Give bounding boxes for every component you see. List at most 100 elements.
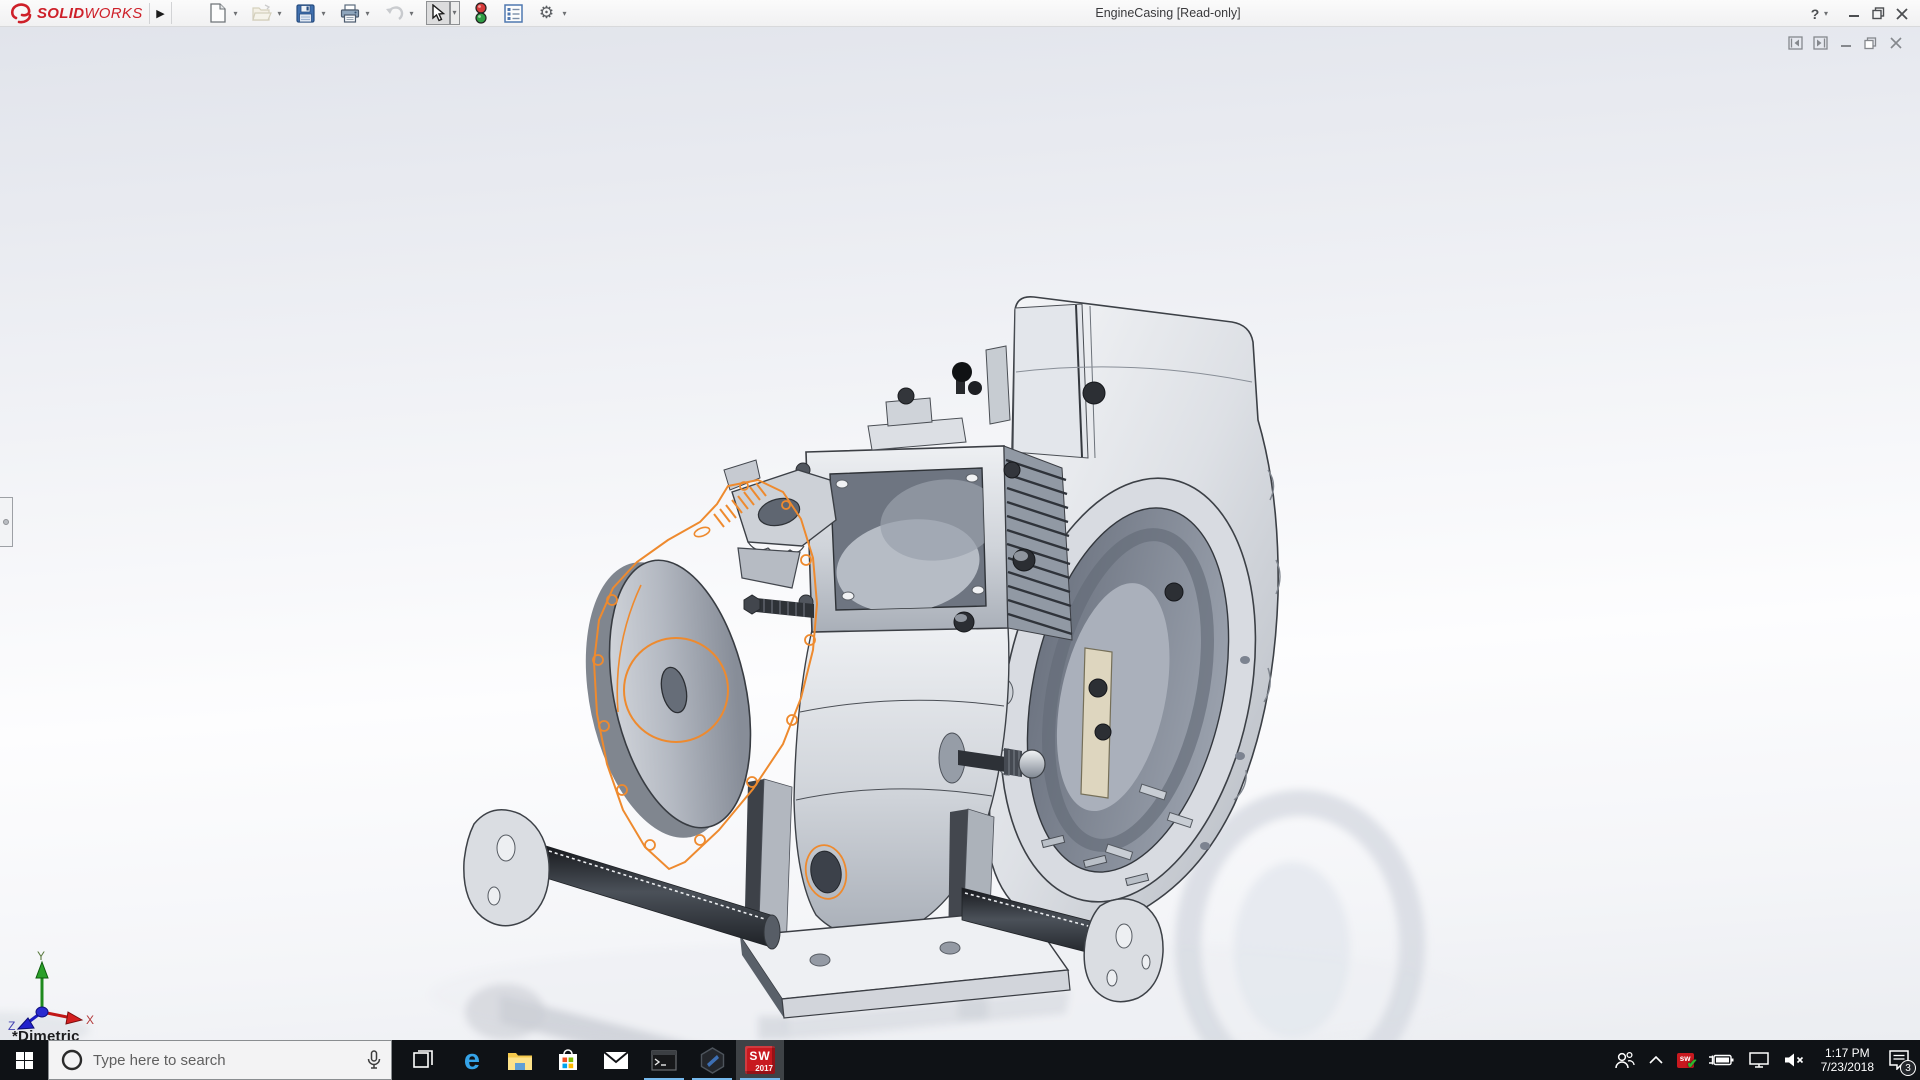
window-controls: ? ▾ — [1806, 0, 1914, 27]
traffic-light-icon — [475, 2, 487, 24]
open-button[interactable] — [250, 1, 274, 25]
quick-access-toolbar: ▾ ▾ ▾ ▾ ▾ — [206, 1, 579, 25]
network-button[interactable] — [1741, 1040, 1777, 1080]
undo-button[interactable] — [382, 1, 406, 25]
hexagon-app-button[interactable] — [688, 1040, 736, 1080]
battery-plug-icon — [1708, 1053, 1734, 1067]
close-icon — [1896, 8, 1908, 20]
options-dropdown[interactable]: ▾ — [560, 9, 570, 18]
solidworks-wordmark: SOLIDWORKS — [37, 5, 143, 22]
view-orientation-label: *Dimetric — [12, 1028, 80, 1040]
help-button[interactable]: ? — [1806, 2, 1824, 26]
gear-icon: ⚙ — [539, 3, 554, 23]
dassault-swirl-icon — [8, 2, 34, 24]
solidworks-tray-icon: sw✔ — [1677, 1053, 1694, 1068]
chevron-up-icon — [1649, 1056, 1663, 1064]
print-dropdown[interactable]: ▾ — [363, 9, 373, 18]
doc-restore-icon — [1864, 37, 1877, 50]
minimize-icon — [1848, 8, 1860, 20]
edge-icon: e — [464, 1046, 480, 1075]
hexagon-app-icon — [700, 1047, 725, 1074]
store-icon — [556, 1048, 580, 1072]
select-tool-dropdown[interactable]: ▾ — [450, 1, 460, 25]
open-dropdown[interactable]: ▾ — [275, 9, 285, 18]
engine-casing-3d-model[interactable] — [0, 27, 1920, 1040]
network-icon — [1748, 1052, 1770, 1068]
volume-button[interactable] — [1777, 1040, 1813, 1080]
undo-dropdown[interactable]: ▾ — [407, 9, 417, 18]
solidworks-logo: SOLIDWORKS — [8, 0, 143, 27]
power-battery-button[interactable] — [1701, 1040, 1741, 1080]
graphics-area[interactable]: Y X Z *Dimetric — [0, 27, 1920, 1040]
pane-left-icon — [1788, 36, 1803, 50]
triad-x-label: X — [86, 1013, 94, 1027]
save-dropdown[interactable]: ▾ — [319, 9, 329, 18]
solidworks-2017-button[interactable]: SW 2017 — [736, 1040, 784, 1080]
file-explorer-icon — [507, 1050, 533, 1071]
menu-flyout-arrow[interactable]: ▶ — [154, 2, 172, 24]
windows-taskbar: e SW 2017 sw✔ — [0, 1040, 1920, 1080]
doc-minimize-button[interactable] — [1833, 34, 1858, 52]
restore-icon — [1872, 7, 1885, 20]
microphone-icon[interactable] — [367, 1050, 381, 1070]
feature-manager-collapsed-tab[interactable] — [0, 497, 13, 547]
edge-button[interactable]: e — [448, 1040, 496, 1080]
taskbar-apps: e SW 2017 — [400, 1040, 784, 1080]
rebuild-traffic-light-button[interactable] — [469, 1, 493, 25]
mail-icon — [603, 1051, 629, 1070]
save-button[interactable] — [294, 1, 318, 25]
triad-y-label: Y — [37, 950, 45, 963]
tab-grip-icon — [3, 519, 9, 525]
command-prompt-icon — [651, 1050, 677, 1071]
task-view-icon — [413, 1049, 435, 1071]
close-button[interactable] — [1890, 2, 1914, 26]
system-tray: sw✔ 1:17 PM 7/23/2018 3 — [1606, 1040, 1920, 1080]
doc-close-button[interactable] — [1883, 34, 1908, 52]
pane-right-button[interactable] — [1808, 34, 1833, 52]
people-icon — [1613, 1051, 1635, 1069]
help-dropdown[interactable]: ▾ — [1824, 9, 1834, 18]
people-button[interactable] — [1606, 1040, 1642, 1080]
tray-chevron-button[interactable] — [1642, 1040, 1670, 1080]
mail-button[interactable] — [592, 1040, 640, 1080]
taskbar-search[interactable] — [48, 1040, 392, 1080]
taskbar-clock[interactable]: 1:17 PM 7/23/2018 — [1813, 1046, 1882, 1074]
task-view-button[interactable] — [400, 1040, 448, 1080]
mount-rod-left[interactable] — [464, 810, 780, 949]
new-document-button[interactable] — [206, 1, 230, 25]
reference-triad: Y X Z — [6, 950, 101, 1030]
sw-year-label: 2017 — [755, 1064, 773, 1073]
doc-minimize-icon — [1840, 37, 1852, 49]
command-prompt-button[interactable] — [640, 1040, 688, 1080]
pane-right-icon — [1813, 36, 1828, 50]
options-button[interactable]: ⚙ — [535, 1, 559, 25]
titlebar: SOLIDWORKS ▶ ▾ ▾ ▾ ▾ — [0, 0, 1920, 27]
sw-label: SW — [745, 1049, 775, 1063]
select-cursor-icon — [430, 4, 446, 22]
speaker-mute-icon — [1784, 1052, 1806, 1068]
action-center-button[interactable]: 3 — [1882, 1040, 1920, 1080]
print-button[interactable] — [338, 1, 362, 25]
doc-close-icon — [1890, 37, 1902, 49]
store-button[interactable] — [544, 1040, 592, 1080]
print-icon — [340, 4, 360, 23]
divider — [149, 3, 150, 24]
select-tool-button[interactable] — [426, 1, 450, 25]
minimize-button[interactable] — [1842, 2, 1866, 26]
doc-restore-button[interactable] — [1858, 34, 1883, 52]
side-cover-plate[interactable] — [562, 547, 772, 852]
windows-logo-icon — [16, 1052, 33, 1069]
open-folder-icon — [252, 4, 272, 22]
restore-button[interactable] — [1866, 2, 1890, 26]
new-document-icon — [209, 3, 227, 23]
search-input[interactable] — [93, 1052, 367, 1069]
file-explorer-button[interactable] — [496, 1040, 544, 1080]
brand-solid: SOLID — [37, 5, 84, 22]
brand-works: WORKS — [84, 5, 142, 22]
clock-date: 7/23/2018 — [1821, 1060, 1874, 1074]
start-button[interactable] — [0, 1040, 48, 1080]
new-document-dropdown[interactable]: ▾ — [231, 9, 241, 18]
solidworks-tray-button[interactable]: sw✔ — [1670, 1040, 1701, 1080]
pane-left-button[interactable] — [1783, 34, 1808, 52]
task-pane-button[interactable] — [502, 1, 526, 25]
